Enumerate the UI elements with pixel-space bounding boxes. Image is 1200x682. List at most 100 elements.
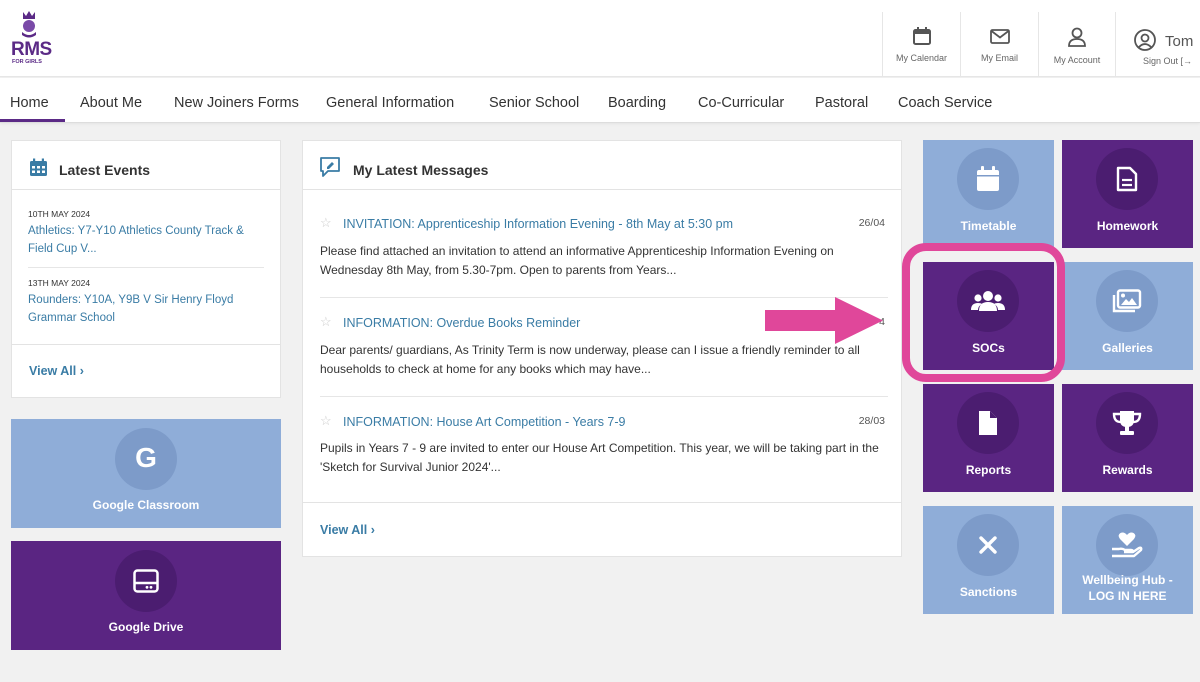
- google-drive-tile[interactable]: Google Drive: [11, 541, 281, 650]
- nav-item-boarding[interactable]: Boarding: [608, 95, 666, 111]
- homework-icon-circle: [1096, 148, 1158, 210]
- wellbeing-hub-tile[interactable]: Wellbeing Hub - LOG IN HERE: [1062, 506, 1193, 614]
- reports-label: Reports: [965, 463, 1012, 477]
- drive-icon-circle: [115, 550, 177, 612]
- wellbeing-hub-label: Wellbeing Hub - LOG IN HERE: [1066, 572, 1189, 604]
- latest-messages-header: My Latest Messages: [303, 141, 901, 190]
- nav-item-general-information[interactable]: General Information: [326, 95, 454, 111]
- nav-item-home[interactable]: Home: [10, 95, 49, 111]
- my-calendar-label: My Calendar: [895, 53, 948, 63]
- nav-item-new-joiners-forms[interactable]: New Joiners Forms: [174, 95, 299, 111]
- sign-out-link[interactable]: Sign Out [→: [1143, 56, 1192, 66]
- user-name: Tom: [1165, 33, 1194, 50]
- user-circle-icon: [1134, 29, 1156, 51]
- sign-out-icon: [→: [1180, 56, 1193, 66]
- crest-icon: [22, 11, 36, 38]
- calendar-icon: [912, 27, 931, 45]
- my-email-link[interactable]: My Email: [960, 12, 1038, 77]
- arrow-annotation-icon: [765, 297, 883, 344]
- star-icon[interactable]: ☆: [320, 413, 332, 429]
- google-icon: G: [135, 442, 157, 473]
- main-nav: Home About Me New Joiners Forms General …: [0, 78, 1200, 123]
- sanctions-label: Sanctions: [959, 585, 1018, 599]
- message-link[interactable]: INFORMATION: Overdue Books Reminder: [343, 316, 580, 330]
- latest-events-title: Latest Events: [59, 162, 151, 178]
- rewards-label: Rewards: [1102, 463, 1153, 477]
- logo-subtext: FOR GIRLS: [12, 59, 42, 65]
- event-link[interactable]: Rounders: Y10A, Y9B V Sir Henry Floyd Gr…: [28, 291, 260, 327]
- events-view-all-link[interactable]: View All ›: [29, 364, 84, 378]
- message-link[interactable]: INVITATION: Apprenticeship Information E…: [343, 217, 733, 231]
- wellbeing-line1: Wellbeing Hub -: [1082, 573, 1173, 587]
- calendar-icon: [977, 166, 999, 191]
- envelope-icon: [989, 29, 1010, 44]
- galleries-label: Galleries: [1102, 341, 1153, 355]
- chevron-right-icon: ›: [79, 364, 84, 378]
- calendar-icon: [30, 158, 47, 176]
- sanctions-tile[interactable]: Sanctions: [923, 506, 1054, 614]
- rewards-tile[interactable]: Rewards: [1062, 384, 1193, 492]
- timetable-icon-circle: [957, 148, 1019, 210]
- rewards-icon-circle: [1096, 392, 1158, 454]
- highlight-annotation: [902, 243, 1065, 382]
- user-icon: [1068, 27, 1086, 47]
- google-classroom-label: Google Classroom: [92, 498, 200, 512]
- my-account-link[interactable]: My Account: [1038, 12, 1115, 77]
- school-logo[interactable]: RMS FOR GIRLS: [10, 10, 60, 70]
- messages-view-all-link[interactable]: View All ›: [320, 523, 375, 537]
- file-icon: [979, 411, 997, 435]
- message-preview: Dear parents/ guardians, As Trinity Term…: [320, 343, 860, 376]
- close-icon: [979, 536, 997, 554]
- google-icon-circle: G: [115, 428, 177, 490]
- logo-text: RMS: [11, 39, 52, 60]
- view-all-label: View All: [320, 523, 368, 537]
- reports-tile[interactable]: Reports: [923, 384, 1054, 492]
- message-date: 28/03: [858, 415, 885, 427]
- hand-heart-icon: [1112, 532, 1143, 558]
- divider: [12, 344, 280, 345]
- nav-item-senior-school[interactable]: Senior School: [489, 95, 579, 111]
- galleries-icon-circle: [1096, 270, 1158, 332]
- event-date: 10TH MAY 2024: [28, 209, 91, 219]
- nav-item-coach-service[interactable]: Coach Service: [898, 95, 992, 111]
- sanctions-icon-circle: [957, 514, 1019, 576]
- nav-item-about-me[interactable]: About Me: [80, 95, 142, 111]
- latest-events-header: Latest Events: [12, 141, 280, 190]
- user-menu[interactable]: Tom Sign Out [→: [1115, 12, 1200, 77]
- timetable-tile[interactable]: Timetable: [923, 140, 1054, 248]
- latest-messages-card: My Latest Messages ☆ INVITATION: Apprent…: [302, 140, 902, 557]
- event-date: 13TH MAY 2024: [28, 278, 91, 288]
- wellbeing-line2: LOG IN HERE: [1088, 589, 1167, 603]
- event-link[interactable]: Athletics: Y7-Y10 Athletics County Track…: [28, 222, 260, 258]
- wellbeing-icon-circle: [1096, 514, 1158, 576]
- message-date: 26/04: [858, 217, 885, 229]
- images-icon: [1112, 289, 1142, 313]
- sign-out-label: Sign Out: [1143, 56, 1179, 66]
- latest-events-card: Latest Events 10TH MAY 2024 Athletics: Y…: [11, 140, 281, 398]
- latest-messages-title: My Latest Messages: [353, 162, 489, 178]
- message-preview: Please find attached an invitation to at…: [320, 244, 834, 277]
- message-edit-icon: [320, 157, 340, 177]
- hard-drive-icon: [133, 569, 159, 593]
- message-preview: Pupils in Years 7 - 9 are invited to ent…: [320, 441, 879, 474]
- active-tab-indicator: [0, 119, 65, 122]
- my-calendar-link[interactable]: My Calendar: [882, 12, 960, 77]
- galleries-tile[interactable]: Galleries: [1062, 262, 1193, 370]
- top-header: RMS FOR GIRLS My Calendar My Email My Ac…: [0, 0, 1200, 77]
- divider: [28, 267, 264, 268]
- trophy-icon: [1112, 411, 1142, 435]
- google-classroom-tile[interactable]: G Google Classroom: [11, 419, 281, 528]
- homework-tile[interactable]: Homework: [1062, 140, 1193, 248]
- my-account-label: My Account: [1053, 55, 1101, 65]
- star-icon[interactable]: ☆: [320, 215, 332, 231]
- message-link[interactable]: INFORMATION: House Art Competition - Yea…: [343, 415, 626, 429]
- view-all-label: View All: [29, 364, 77, 378]
- nav-item-pastoral[interactable]: Pastoral: [815, 95, 868, 111]
- chevron-right-icon: ›: [370, 523, 375, 537]
- my-email-label: My Email: [980, 53, 1018, 63]
- star-icon[interactable]: ☆: [320, 314, 332, 330]
- google-drive-label: Google Drive: [108, 620, 184, 634]
- nav-item-co-curricular[interactable]: Co-Curricular: [698, 95, 784, 111]
- timetable-label: Timetable: [960, 219, 1017, 233]
- reports-icon-circle: [957, 392, 1019, 454]
